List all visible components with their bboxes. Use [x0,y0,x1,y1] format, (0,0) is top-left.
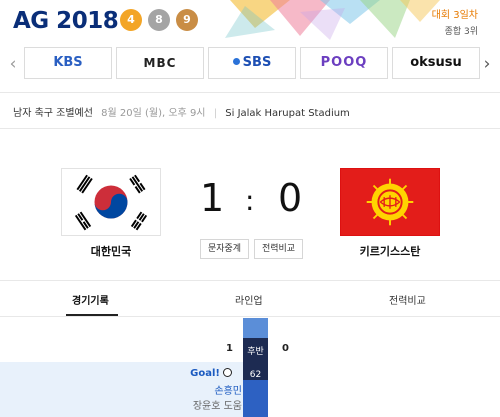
away-score: 0 [278,176,303,220]
event-minute: 62 [249,370,262,380]
broadcaster-oksusu[interactable]: oksusu [392,47,480,79]
timeline-bar [243,318,268,417]
period-away-score: 0 [282,343,289,354]
korea-flag-graphic [62,169,160,235]
broadcaster-label: MBC [143,56,177,70]
goal-text: Goal! [190,368,220,379]
standing-info: 대회 3일차 종합 3위 [432,8,478,40]
separator: | [213,108,218,119]
broadcaster-sbs[interactable]: SBS [208,47,296,79]
broadcaster-mbc[interactable]: MBC [116,47,204,79]
text-relay-button[interactable]: 문자중계 [200,239,249,259]
broadcaster-kbs[interactable]: KBS [24,47,112,79]
match-venue: Si Jalak Harupat Stadium [225,108,350,119]
divider [0,280,500,281]
broadcaster-label: POOQ [320,55,368,70]
tab-lineup[interactable]: 라인업 [235,292,263,307]
broadcaster-label: oksusu [410,55,462,70]
match-datetime: 8월 20일 (월), 오후 9시 [101,108,206,119]
away-team-name[interactable]: 키르기스스탄 [330,243,450,259]
soccer-ball-icon [223,368,232,377]
goal-event-label: Goal! [190,368,232,379]
sbs-logo-icon [232,58,240,65]
gold-medal-count: 4 [120,9,142,31]
broadcaster-carousel: ‹ KBS MBC SBS POOQ oksusu › [0,44,500,84]
korea-flag-icon[interactable] [61,168,161,236]
divider [0,92,500,93]
compare-button[interactable]: 전력비교 [254,239,303,259]
match-info-line: 남자 축구 조별예선 8월 20일 (월), 오후 9시 | Si Jalak … [13,104,350,119]
divider [0,316,500,317]
away-event-row [268,362,500,417]
home-score: 1 [200,176,225,220]
divider [0,128,500,129]
timeline-top [243,318,268,338]
score-separator: : [245,184,255,217]
tab-comparison[interactable]: 전력비교 [389,292,426,307]
goal-scorer[interactable]: 손흥민 [214,382,242,397]
tournament-day: 대회 3일차 [431,10,478,21]
broadcaster-label: KBS [53,55,83,70]
period-home-score: 1 [226,343,233,354]
ag2018-logo[interactable]: AG 2018 [13,8,119,34]
period-label: 후반 [247,347,264,357]
goal-assist: 장윤호 도움 [192,401,242,412]
bronze-medal-count: 9 [176,9,198,31]
carousel-next-icon[interactable]: › [479,52,495,76]
kyrgyzstan-flag-icon[interactable] [340,168,440,236]
carousel-prev-icon[interactable]: ‹ [5,52,21,76]
top-banner: AG 2018 4 8 9 대회 3일차 종합 3위 ‹ KBS MBC SBS… [0,0,500,100]
broadcaster-label: SBS [242,55,272,70]
broadcaster-pooq[interactable]: POOQ [300,47,388,79]
match-title: 남자 축구 조별예선 [13,108,93,119]
tab-match-record[interactable]: 경기기록 [72,292,109,307]
overall-rank: 종합 3위 [444,27,478,37]
kyrgyzstan-flag-graphic [341,169,439,235]
silver-medal-count: 8 [148,9,170,31]
home-team-name[interactable]: 대한민국 [51,243,171,259]
